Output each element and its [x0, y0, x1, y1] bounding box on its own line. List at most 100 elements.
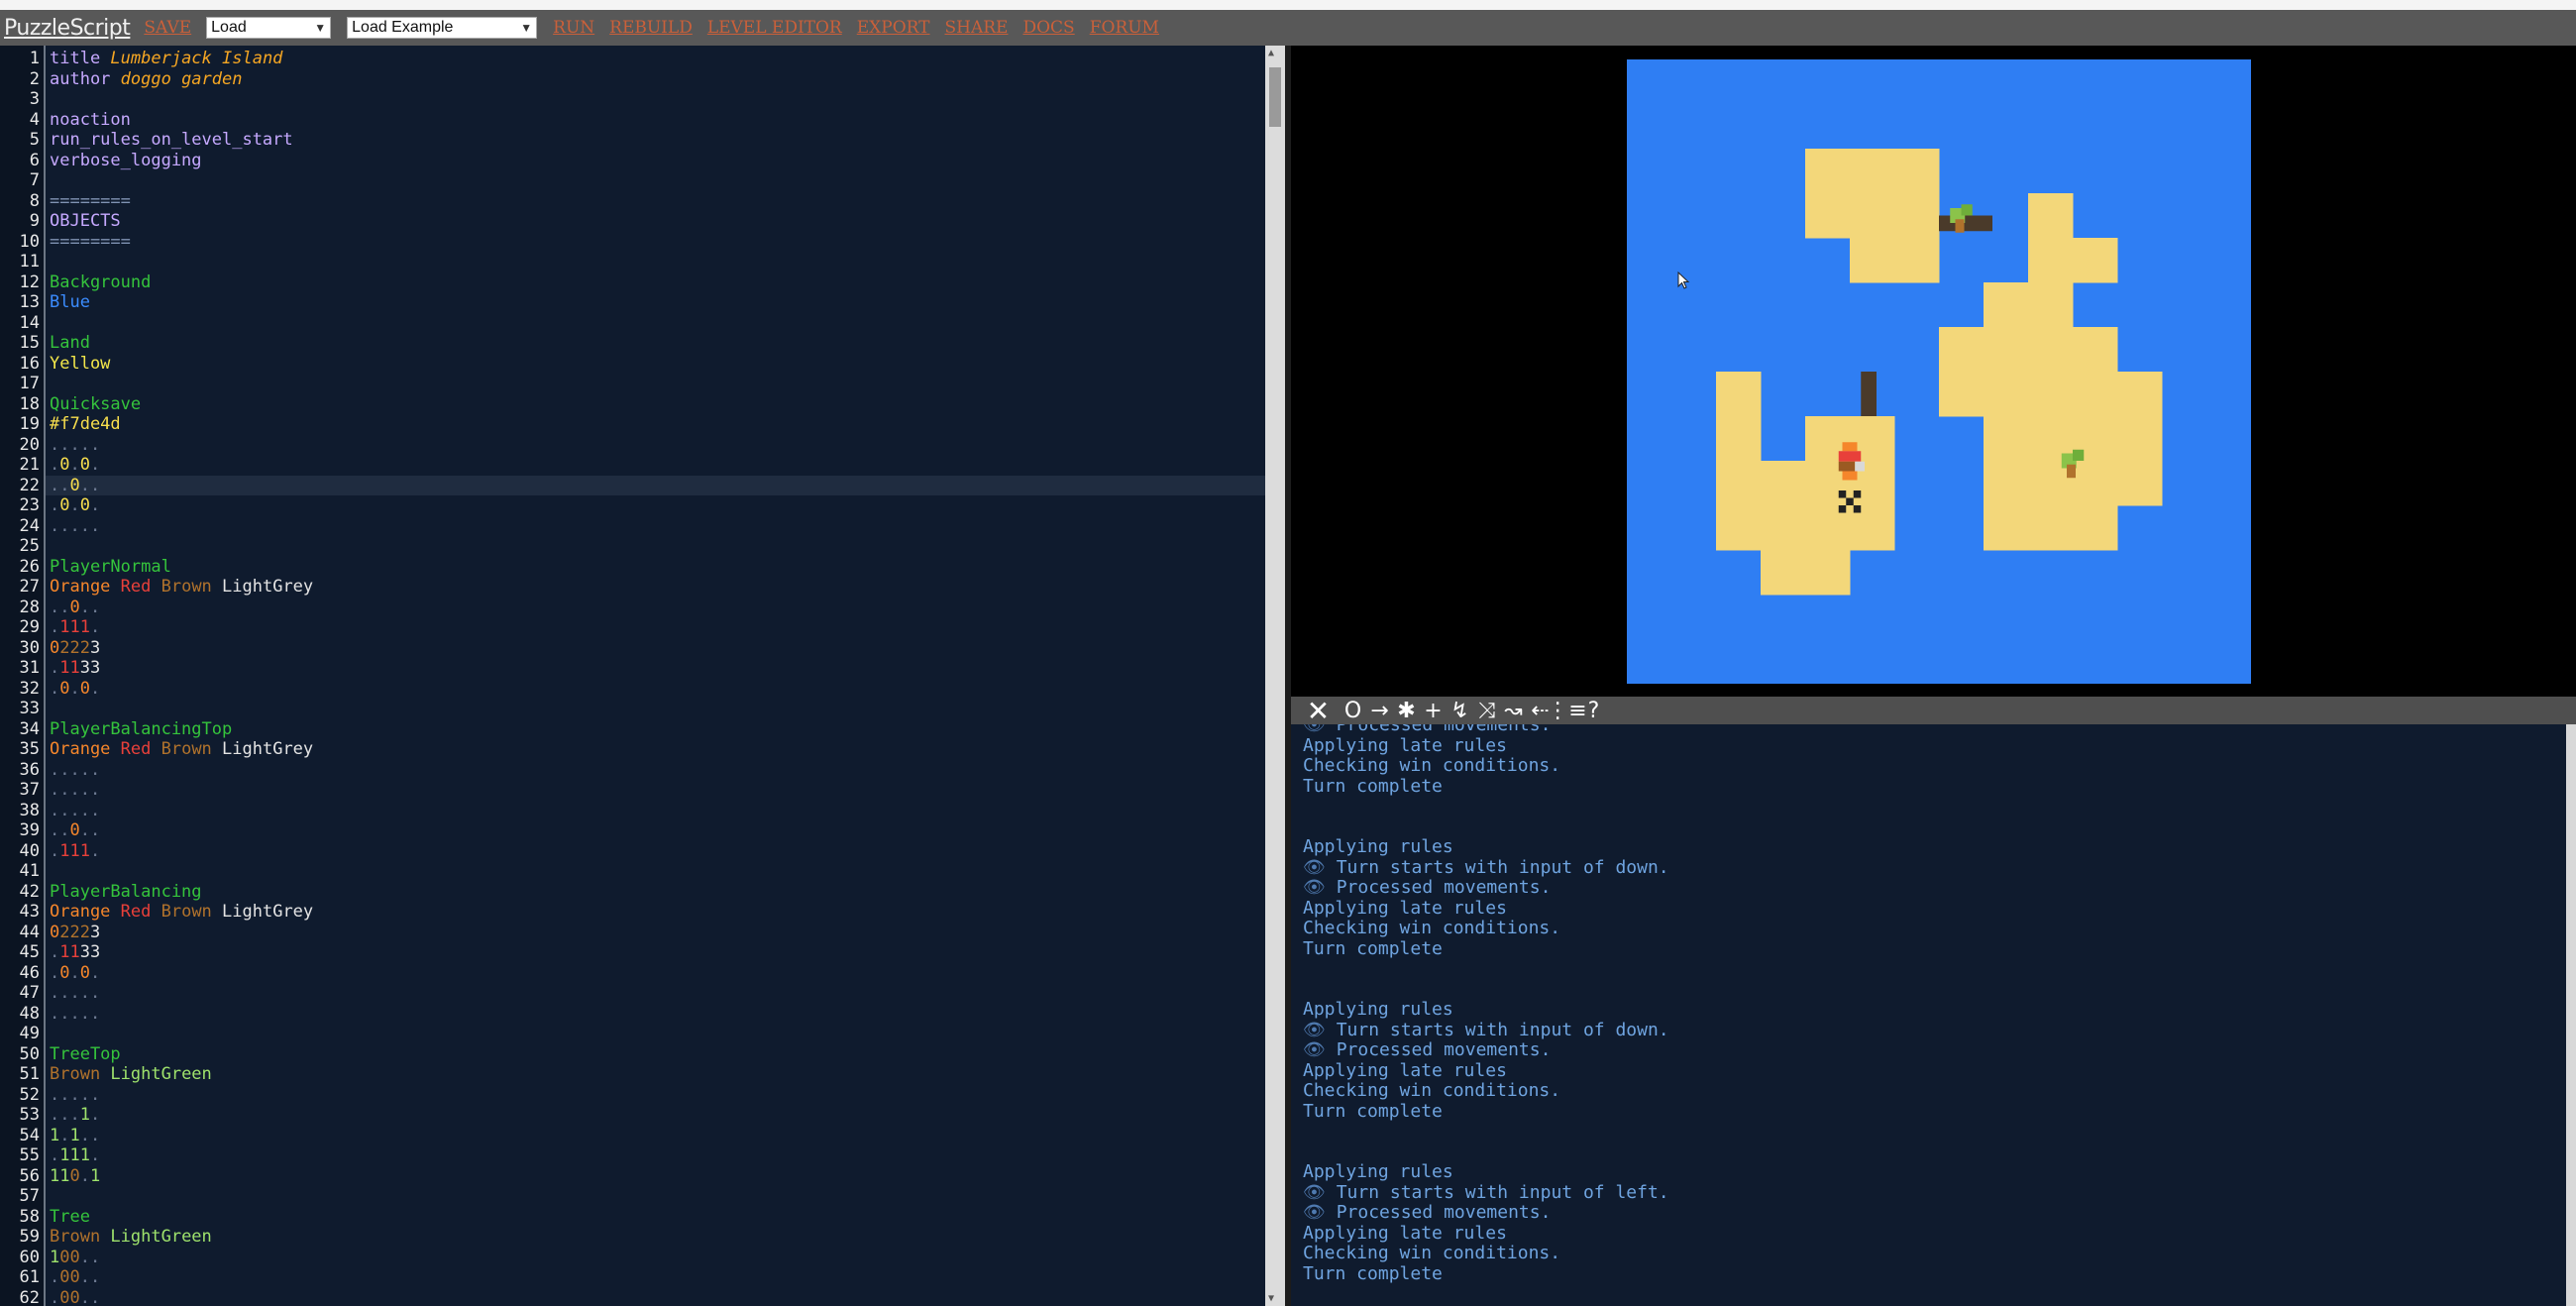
code-line[interactable]: ..... [50, 435, 100, 456]
code-line[interactable]: ..... [50, 801, 100, 821]
code-line[interactable]: ..... [50, 1004, 100, 1025]
code-line[interactable]: verbose_logging [50, 151, 202, 171]
code-line[interactable]: .00.. [50, 1288, 100, 1306]
game-canvas-area[interactable] [1291, 46, 2576, 694]
code-line[interactable]: 02223 [50, 638, 100, 659]
code-line[interactable]: Blue [50, 292, 90, 313]
editor-scrollbar-thumb[interactable] [1269, 67, 1281, 127]
list-icon[interactable]: ⋮≡ [1547, 697, 1586, 724]
console-scrollbar[interactable] [2566, 724, 2576, 1306]
code-token: 00 [59, 1287, 80, 1306]
code-token: . [50, 455, 60, 475]
help-icon[interactable]: ? [1580, 697, 1607, 724]
code-line[interactable]: ..... [50, 760, 100, 781]
game-canvas[interactable] [1627, 59, 2251, 684]
code-line[interactable]: .0.0. [50, 495, 100, 516]
code-line[interactable]: Yellow [50, 354, 110, 375]
code-line[interactable]: OBJECTS [50, 211, 121, 232]
code-line[interactable]: PlayerBalancingTop [50, 719, 232, 740]
rebuild-link[interactable]: REBUILD [609, 18, 693, 38]
code-line[interactable]: .111. [50, 617, 100, 638]
code-line[interactable]: TreeTop [50, 1044, 121, 1065]
code-line[interactable]: run_rules_on_level_start [50, 130, 293, 151]
code-line[interactable]: ..0.. [50, 476, 100, 496]
code-line[interactable]: Orange Red Brown LightGrey [50, 739, 313, 760]
code-line[interactable]: ..... [50, 516, 100, 537]
load-select[interactable]: Load ▼ [206, 17, 332, 39]
line-number: 2 [29, 68, 40, 89]
export-link[interactable]: EXPORT [857, 18, 930, 38]
code-line[interactable]: ..... [50, 1085, 100, 1106]
run-link[interactable]: RUN [553, 18, 594, 38]
code-line[interactable]: Land [50, 333, 90, 354]
code-line[interactable]: Orange Red Brown LightGrey [50, 577, 313, 598]
code-line[interactable]: ..... [50, 780, 100, 801]
eye-icon[interactable]: 👁 [1303, 724, 1337, 735]
code-editor[interactable]: 1 2 3 4 5 6 7 8 9 10 11 12 13 14 15 16 17 18 19 20 21 22 23 24 2… [0, 46, 1265, 1306]
code-line[interactable]: .1133 [50, 658, 100, 679]
level-editor-link[interactable]: LEVEL EDITOR [707, 18, 842, 38]
code-line[interactable]: Tree [50, 1207, 90, 1228]
close-icon[interactable]: ✕ [1305, 695, 1332, 727]
plus-icon[interactable]: + [1420, 697, 1447, 724]
scroll-up-icon[interactable]: ▲ [1268, 48, 1274, 58]
code-line[interactable]: noaction [50, 110, 131, 131]
code-line[interactable]: PlayerBalancing [50, 882, 202, 903]
star-icon[interactable]: ✱ [1393, 697, 1420, 724]
line-number: 23 [19, 495, 40, 515]
console-text: Processed movements. [1336, 1202, 1552, 1223]
eye-icon[interactable]: 👁 [1303, 1020, 1337, 1040]
code-line[interactable]: ...1. [50, 1105, 100, 1126]
console-line: Turn complete [1303, 776, 1443, 798]
console-line: 👁 Turn starts with input of left. [1303, 1182, 1669, 1204]
wave-icon[interactable]: ↝ [1500, 697, 1527, 724]
docs-link[interactable]: DOCS [1022, 18, 1074, 38]
forum-link[interactable]: FORUM [1090, 18, 1159, 38]
code-line[interactable]: 1.1.. [50, 1126, 100, 1146]
code-line[interactable]: ..... [50, 983, 100, 1004]
console-text: Applying late rules [1303, 734, 1507, 756]
share-link[interactable]: SHARE [944, 18, 1008, 38]
code-line[interactable]: 110.1 [50, 1166, 100, 1187]
code-line[interactable]: Background [50, 272, 151, 293]
eye-icon[interactable]: 👁 [1303, 857, 1337, 878]
code-line[interactable]: Orange Red Brown LightGrey [50, 902, 313, 923]
code-token: . [69, 455, 80, 475]
code-line[interactable]: Quicksave [50, 394, 141, 415]
code-line[interactable]: 100.. [50, 1248, 100, 1268]
code-line[interactable]: .0.0. [50, 679, 100, 700]
code-line[interactable]: Brown LightGreen [50, 1064, 212, 1085]
code-line[interactable]: .111. [50, 841, 100, 862]
code-token: . [50, 678, 60, 699]
quicksave-marker [1838, 490, 1847, 498]
code-line[interactable]: .1133 [50, 942, 100, 963]
code-line[interactable]: ..0.. [50, 598, 100, 618]
reset-icon[interactable]: O [1340, 697, 1366, 724]
code-line[interactable]: 02223 [50, 923, 100, 943]
line-number: 34 [19, 718, 40, 739]
code-line[interactable]: Brown LightGreen [50, 1227, 212, 1248]
eye-icon[interactable]: 👁 [1303, 1182, 1337, 1203]
puzzlescript-logo[interactable]: PuzzleScript [4, 16, 131, 41]
scroll-down-icon[interactable]: ▼ [1268, 1293, 1274, 1304]
save-link[interactable]: SAVE [144, 18, 191, 38]
zap-icon[interactable]: ↯ [1447, 697, 1473, 724]
eye-icon[interactable]: 👁 [1303, 1202, 1337, 1223]
editor-scrollbar[interactable]: ▲ ▼ [1265, 46, 1285, 1306]
eye-icon[interactable]: 👁 [1303, 877, 1337, 898]
code-line[interactable]: title Lumberjack Island [50, 49, 282, 69]
step-icon[interactable]: → [1366, 697, 1393, 724]
code-line[interactable]: ======== [50, 232, 131, 253]
code-line[interactable]: .111. [50, 1145, 100, 1166]
code-line[interactable]: ..0.. [50, 820, 100, 841]
code-line[interactable]: #f7de4d [50, 414, 121, 435]
eye-icon[interactable]: 👁 [1303, 1039, 1337, 1060]
load-example-select[interactable]: Load Example ▼ [347, 17, 538, 39]
code-line[interactable]: author doggo garden [50, 69, 242, 90]
code-line[interactable]: ======== [50, 191, 131, 212]
code-line[interactable]: .0.0. [50, 455, 100, 476]
shuffle-icon[interactable]: ⤨ [1473, 697, 1500, 724]
code-line[interactable]: PlayerNormal [50, 557, 171, 578]
code-line[interactable]: .0.0. [50, 963, 100, 984]
code-line[interactable]: .00.. [50, 1267, 100, 1288]
